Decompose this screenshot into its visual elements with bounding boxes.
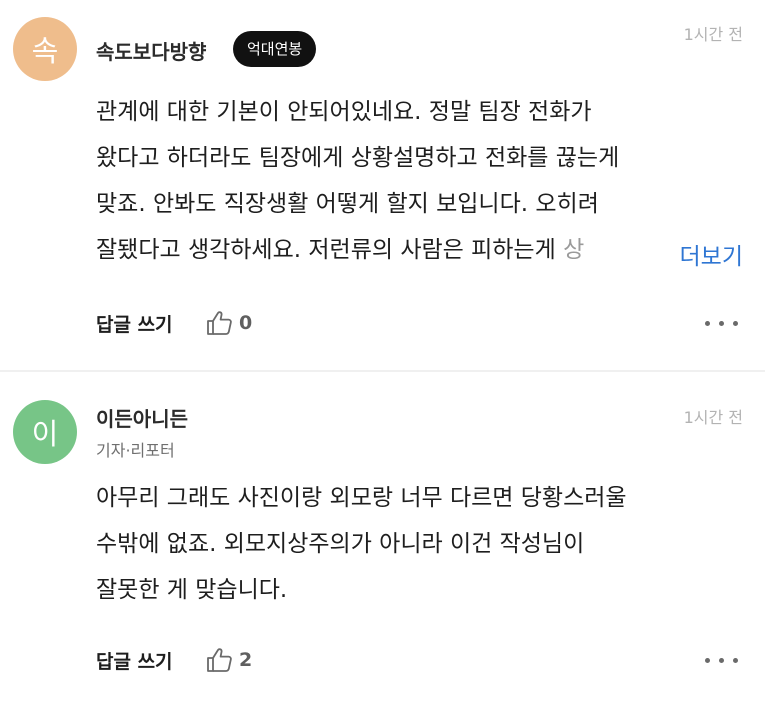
like-button[interactable]: 0: [206, 307, 252, 339]
comment-line: 왔다고 하더라도 팀장에게 상황설명하고 전화를 끊는게: [96, 145, 620, 171]
like-button[interactable]: 2: [206, 644, 252, 676]
comment-line-text: 잘됐다고 생각하세요. 저런류의 사람은 피하는게: [96, 237, 556, 263]
comment-timestamp: 1시간 전: [683, 408, 743, 427]
like-count: 0: [239, 312, 253, 334]
like-count: 2: [239, 649, 253, 671]
comment-author-name[interactable]: 속도보다방향: [96, 36, 206, 65]
reply-button[interactable]: 답글 쓰기: [96, 647, 173, 674]
more-options-icon[interactable]: [705, 652, 739, 668]
comment-item: 속 속도보다방향 억대연봉 1시간 전 관계에 대한 기본이 안되어있네요. 정…: [0, 0, 765, 372]
comment-line: 관계에 대한 기본이 안되어있네요. 정말 팀장 전화가: [96, 99, 592, 125]
user-badge: 억대연봉: [233, 31, 317, 67]
more-options-icon[interactable]: [705, 315, 739, 331]
reply-button[interactable]: 답글 쓰기: [96, 310, 173, 337]
user-role-label: 기자·리포터: [96, 441, 175, 460]
comment-line: 아무리 그래도 사진이랑 외모랑 너무 다르면 당황스러울: [96, 485, 627, 511]
comment-author-name[interactable]: 이든아니든: [96, 403, 188, 432]
avatar[interactable]: 이: [13, 400, 77, 464]
avatar[interactable]: 속: [13, 17, 77, 81]
comment-actions: 답글 쓰기 0: [96, 307, 743, 339]
comment-line: 잘못한 게 맞습니다.: [96, 577, 288, 603]
comment-line: 맞죠. 안봐도 직장생활 어떻게 할지 보입니다. 오히려: [96, 191, 599, 217]
thumbs-up-icon: [206, 647, 233, 673]
comment-line-truncated: 잘됐다고 생각하세요. 저런류의 사람은 피하는게 상: [96, 227, 748, 273]
comment-actions: 답글 쓰기 2: [96, 644, 743, 676]
comment-timestamp: 1시간 전: [683, 25, 743, 44]
read-more-link[interactable]: 더보기: [671, 234, 743, 280]
comment-item: 이 이든아니든 기자·리포터 1시간 전 아무리 그래도 사진이랑 외모랑 너무…: [0, 372, 765, 704]
comment-body: 아무리 그래도 사진이랑 외모랑 너무 다르면 당황스러울 수밖에 없죠. 외모…: [96, 475, 748, 613]
comment-line: 수밖에 없죠. 외모지상주의가 아니라 이건 작성님이: [96, 531, 585, 557]
thumbs-up-icon: [206, 310, 233, 336]
comment-truncated-text: 상: [563, 237, 585, 263]
comment-body: 관계에 대한 기본이 안되어있네요. 정말 팀장 전화가 왔다고 하더라도 팀장…: [96, 89, 748, 273]
